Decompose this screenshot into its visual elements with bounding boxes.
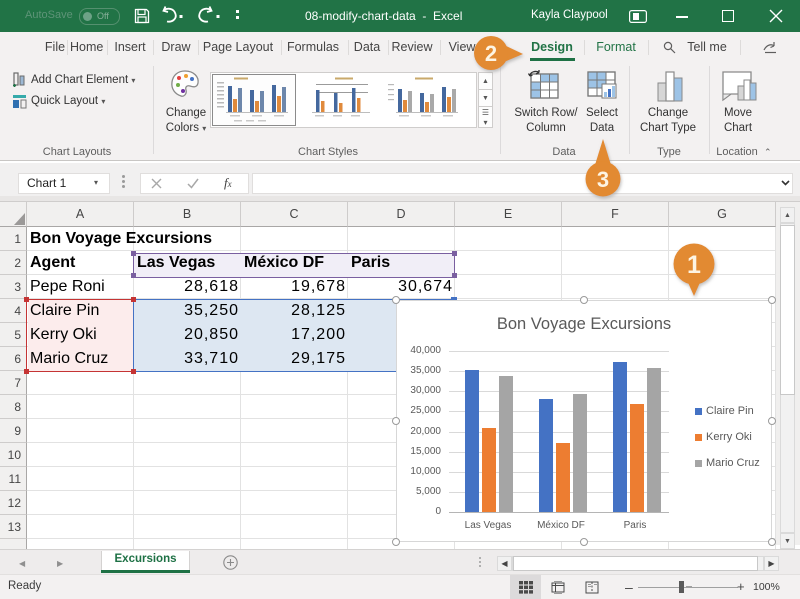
svg-text:1: 1 [687, 251, 701, 279]
svg-text:3: 3 [597, 167, 609, 192]
svg-text:2: 2 [485, 41, 497, 66]
